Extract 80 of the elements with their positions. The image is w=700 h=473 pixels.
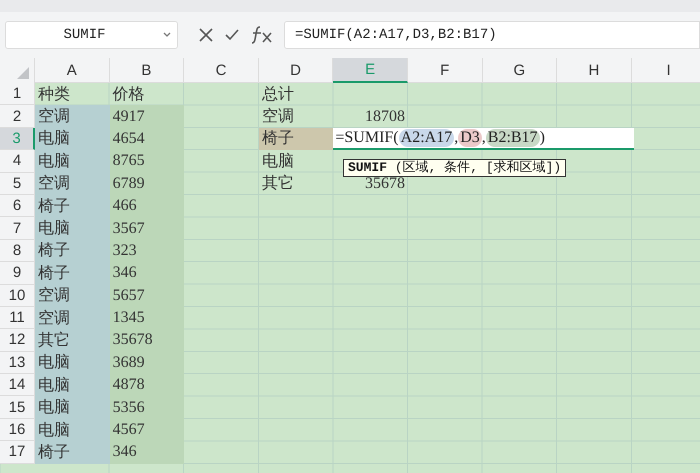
row-header[interactable]: 4 [0, 150, 35, 173]
range-reference: B2:B17 [486, 128, 540, 147]
table-cell: 电脑 [35, 217, 110, 240]
table-cell-text: 其它 [260, 174, 295, 194]
range-reference: A2:A17 [398, 128, 454, 147]
row-header[interactable]: 12 [0, 329, 35, 352]
range-reference: D3 [458, 128, 482, 147]
table-cell: 电脑 [35, 352, 110, 374]
table-cell: 空调 [35, 306, 110, 330]
table-cell-text: 总计 [260, 84, 295, 105]
table-cell: 空调 [35, 284, 110, 307]
formula-text: , [482, 128, 486, 147]
row-header[interactable]: 2 [0, 105, 35, 128]
table-cell: 5356 [110, 396, 184, 419]
table-cell: 4917 [110, 105, 184, 128]
table-cell: 323 [110, 240, 184, 262]
formula-field[interactable]: =SUMIF(A2:A17,D3,B2:B17) [284, 21, 700, 49]
table-cell: 1345 [110, 306, 184, 330]
row-header[interactable]: 16 [0, 418, 35, 442]
function-tooltip: SUMIF (区域, 条件, [求和区域]) [343, 159, 566, 177]
column-header[interactable]: H [557, 58, 632, 83]
column-header[interactable]: A [35, 58, 110, 83]
table-cell: 空调 [35, 105, 110, 128]
row-header[interactable]: 1 [0, 83, 35, 106]
table-cell: 椅子 [258, 128, 334, 150]
table-cell-text: 种类 [37, 84, 71, 105]
row-header[interactable]: 7 [0, 217, 35, 240]
function-icon[interactable] [250, 25, 274, 45]
table-cell: 电脑 [35, 128, 110, 150]
row-header[interactable]: 8 [0, 240, 35, 262]
table-cell: 椅子 [35, 262, 110, 285]
table-cell: 35678 [110, 329, 184, 352]
check-icon[interactable] [224, 27, 240, 43]
table-cell-text: 18708 [364, 106, 406, 127]
table-cell: 8765 [110, 150, 184, 173]
caret-icon [163, 32, 171, 38]
formula-text: =SUMIF( [335, 128, 399, 147]
table-cell: 466 [110, 194, 184, 218]
table-cell: 椅子 [35, 441, 110, 464]
table-cell: 4654 [110, 128, 184, 150]
table-cell: 椅子 [35, 194, 110, 218]
row-header[interactable]: 14 [0, 374, 35, 396]
table-cell: 3689 [110, 352, 184, 374]
table-cell: 其它 [35, 329, 110, 352]
table-cell: 电脑 [35, 418, 110, 442]
column-header[interactable]: C [184, 58, 259, 83]
column-header[interactable]: F [408, 58, 483, 83]
table-cell: 5657 [110, 284, 184, 307]
table-cell: 电脑 [35, 396, 110, 419]
row-header[interactable]: 13 [0, 352, 35, 374]
table-cell-text: 35678 [364, 174, 406, 194]
table-cell: 空调 [35, 172, 110, 195]
table-cell: 电脑 [35, 374, 110, 396]
row-header[interactable]: 15 [0, 396, 35, 419]
table-cell: 346 [110, 441, 184, 464]
column-header[interactable]: B [110, 58, 184, 83]
column-header[interactable]: D [258, 58, 334, 83]
table-cell: 电脑 [35, 150, 110, 173]
table-cell: 4567 [110, 418, 184, 442]
cancel-icon[interactable] [198, 27, 214, 43]
formula-text: , [454, 128, 458, 147]
table-cell: 4878 [110, 374, 184, 396]
name-box[interactable]: SUMIF [5, 21, 178, 49]
cell-editor[interactable]: =SUMIF(A2:A17,D3,B2:B17) [333, 128, 634, 150]
table-cell: 椅子 [35, 240, 110, 262]
row-header[interactable]: 9 [0, 262, 35, 285]
formula-text: ) [540, 128, 545, 147]
row-header[interactable]: 11 [0, 306, 35, 330]
table-cell-text: 空调 [260, 106, 295, 128]
table-cell: 6789 [110, 172, 184, 195]
row-header[interactable]: 10 [0, 284, 35, 307]
table-cell-text: 价格 [112, 84, 146, 105]
column-header[interactable]: I [632, 58, 700, 83]
table-cell: 346 [110, 262, 184, 285]
row-header[interactable]: 5 [0, 172, 35, 195]
row-header[interactable]: 6 [0, 194, 35, 218]
column-header[interactable]: G [482, 58, 558, 83]
row-header[interactable]: 17 [0, 441, 35, 464]
table-cell-text: 电脑 [260, 152, 295, 172]
table-cell: 3567 [110, 217, 184, 240]
